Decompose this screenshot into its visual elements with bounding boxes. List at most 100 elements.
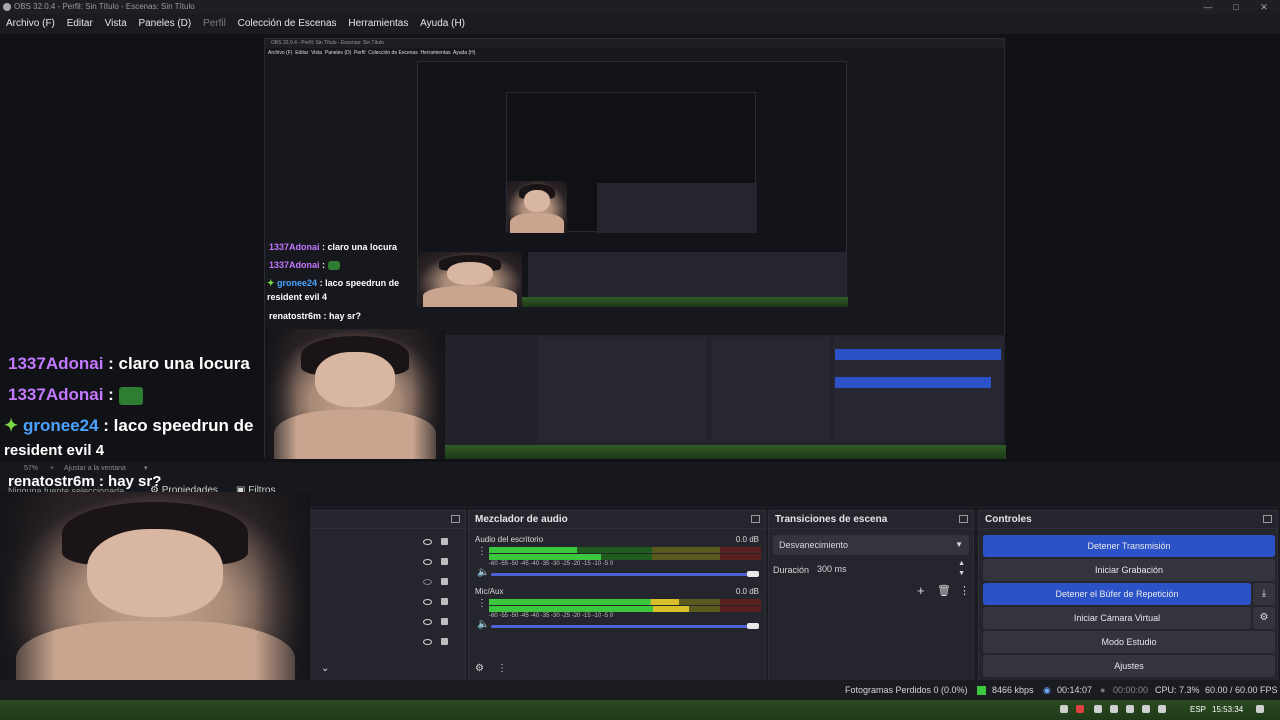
nested-obs-capture-3 [506,92,757,233]
chevron-down-icon: ▼ [955,540,963,549]
lock-icon[interactable] [441,598,448,605]
menu-archivo[interactable]: Archivo (F) [6,14,55,34]
channel-name: Audio del escritorio [475,535,544,544]
advanced-audio-icon[interactable]: ⚙ [475,663,484,674]
tray-icon[interactable] [1094,705,1102,713]
notifications-icon[interactable] [1256,705,1264,713]
save-replay-icon[interactable]: ⤓ [1253,583,1275,605]
tray-icon[interactable] [1110,705,1118,713]
lock-icon[interactable] [441,558,448,565]
nested-chat-1: 1337Adonai : claro una locura [269,242,398,252]
sparkle-icon: ✦ [4,416,23,435]
stop-streaming-button[interactable]: Detener Transmisión [983,535,1275,557]
nested-docks [445,335,1005,445]
zoom-bar: 57% + Ajustar a la ventana ▾ [0,462,1280,476]
start-virtual-camera-button[interactable]: Iniciar Cámara Virtual [983,607,1251,629]
stream-time: 00:14:07 [1057,685,1093,695]
studio-mode-button[interactable]: Modo Estudio [983,631,1275,653]
chat-message-1: 1337Adonai : claro una locura [8,354,250,373]
visibility-eye-icon[interactable] [423,639,432,645]
stop-replay-buffer-button[interactable]: Detener el Búfer de Repetición [983,583,1251,605]
nested-titlebar: OBS 32.0.4 - Perfil: Sin Título - Escena… [265,39,1004,48]
chevron-down-icon[interactable]: ⌄ [321,663,329,674]
lock-icon[interactable] [441,638,448,645]
wifi-icon[interactable] [1142,705,1150,713]
tray-icon[interactable] [1126,705,1134,713]
sources-dock: ⌄ [300,510,466,682]
obs-logo-icon [3,3,11,11]
spin-down-icon[interactable]: ▼ [958,564,965,584]
duration-label: Duración [773,565,810,575]
transitions-dock: Transiciones de escena Desvanecimiento ▼… [768,510,974,682]
program-preview[interactable]: OBS 32.0.4 - Perfil: Sin Título - Escena… [0,34,1280,462]
channel-db: 0.0 dB [735,535,759,544]
gear-icon[interactable]: ⚙ [1253,607,1275,629]
volume-slider[interactable] [491,573,753,576]
cpu-usage: CPU: 7.3% [1155,685,1200,695]
speaker-icon[interactable]: 🔈 [477,619,489,630]
duration-value: 300 ms [817,564,847,574]
status-bar: Fotogramas Perdidos 0 (0.0%) 8466 kbps ◉… [0,680,1280,700]
kebab-menu-icon[interactable]: ⋮ [477,598,487,609]
menu-ayuda[interactable]: Ayuda (H) [420,14,465,34]
menu-vista[interactable]: Vista [105,14,127,34]
speaker-icon[interactable]: 🔈 [477,567,489,578]
keyboard-language[interactable]: ESP [1190,700,1206,720]
duration-input[interactable]: 300 ms ▲ ▼ [813,559,969,579]
stream-icon: ◉ [1043,685,1051,695]
add-icon[interactable]: + [917,583,925,598]
tray-icon[interactable] [1060,705,1068,713]
menu-herramientas[interactable]: Herramientas [348,14,408,34]
close-button[interactable]: ✕ [1250,0,1278,14]
bitrate: 8466 kbps [992,685,1034,695]
undock-icon[interactable] [451,515,460,523]
lock-icon[interactable] [441,618,448,625]
maximize-button[interactable]: □ [1222,0,1250,14]
audio-mixer-title: Mezclador de audio [469,511,765,529]
speaker-icon[interactable] [1158,705,1166,713]
docks-area: ⌄ Mezclador de audio Audio del escritori… [0,492,1280,700]
lock-icon[interactable] [441,538,448,545]
connection-bars-icon [977,686,986,695]
channel-db: 0.0 dB [735,587,759,596]
record-time: 00:00:00 [1113,685,1149,695]
volume-slider-knob[interactable] [747,571,759,577]
visibility-eye-icon[interactable] [423,539,432,545]
undock-icon[interactable] [751,515,760,523]
kebab-menu-icon[interactable]: ⋮ [497,663,507,674]
visibility-eye-hidden-icon[interactable] [423,579,432,585]
menu-coleccion-escenas[interactable]: Colección de Escenas [238,14,337,34]
transitions-title: Transiciones de escena [769,511,973,529]
minimize-button[interactable]: — [1194,0,1222,14]
nested-obs-capture-2 [417,61,848,307]
kebab-menu-icon[interactable]: ⋮ [477,546,487,557]
visibility-eye-icon[interactable] [423,619,432,625]
kebab-menu-icon[interactable]: ⋮ [959,584,970,597]
visibility-eye-icon[interactable] [423,599,432,605]
dropped-frames: Fotogramas Perdidos 0 (0.0%) [845,685,968,695]
undock-icon[interactable] [959,515,968,523]
clock[interactable]: 15:53:34 [1212,700,1243,720]
transition-select[interactable]: Desvanecimiento ▼ [773,535,969,555]
controls-title: Controles [979,511,1277,529]
nested-chat-3b: resident evil 4 [267,292,328,302]
menu-paneles[interactable]: Paneles (D) [138,14,191,34]
volume-slider-knob[interactable] [747,623,759,629]
visibility-eye-icon[interactable] [423,559,432,565]
start-recording-button[interactable]: Iniciar Grabación [983,559,1275,581]
tray-icon[interactable] [1076,705,1084,713]
webcam-feed [0,492,310,700]
meter-ticks: -60 -55 -50 -45 -40 -35 -30 -25 -20 -15 … [489,613,614,619]
trash-icon[interactable]: 🗑 [937,584,951,597]
undock-icon[interactable] [1263,515,1272,523]
settings-button[interactable]: Ajustes [983,655,1275,677]
chat-message-3-cont: resident evil 4 [4,442,105,459]
menu-perfil[interactable]: Perfil [203,14,226,34]
chat-message-2: 1337Adonai : [8,385,143,405]
nested-obs-capture: OBS 32.0.4 - Perfil: Sin Título - Escena… [264,38,1006,459]
webcam-feed-nested [265,329,445,459]
menu-editar[interactable]: Editar [67,14,93,34]
volume-slider[interactable] [491,625,753,628]
window-title: OBS 32.0.4 - Perfil: Sin Título - Escena… [14,2,195,11]
lock-icon[interactable] [441,578,448,585]
